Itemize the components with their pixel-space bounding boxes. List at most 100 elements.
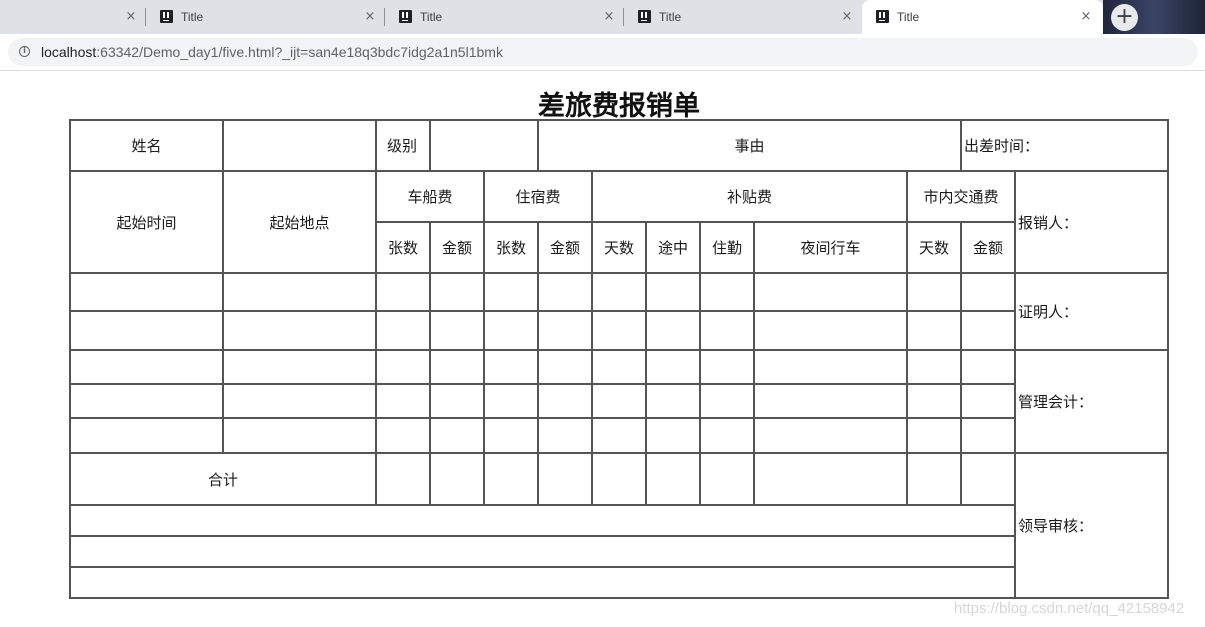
close-icon[interactable]: × (123, 9, 139, 25)
table-cell (377, 419, 431, 454)
table-cell (701, 274, 755, 312)
sub-header: 金额 (539, 223, 593, 274)
total-cell (647, 454, 701, 506)
table-cell (71, 419, 224, 454)
table-cell (962, 385, 1016, 419)
table-cell (593, 385, 647, 419)
name-value (224, 121, 377, 172)
sub-header: 夜间行车 (755, 223, 908, 274)
table-cell (377, 274, 431, 312)
start-time-header: 起始时间 (71, 172, 224, 274)
new-tab-button[interactable]: + (1111, 4, 1138, 31)
table-cell (962, 312, 1016, 351)
table-cell (224, 274, 377, 312)
allowance-fee-header: 补贴费 (593, 172, 908, 223)
tab-title: Title (659, 10, 682, 24)
table-cell (485, 419, 539, 454)
table-cell (647, 385, 701, 419)
level-value (431, 121, 539, 172)
browser-tab[interactable]: × (0, 0, 146, 34)
table-cell (908, 385, 962, 419)
table-cell (962, 351, 1016, 385)
total-cell (377, 454, 431, 506)
close-icon[interactable]: × (839, 9, 855, 25)
local-transport-header: 市内交通费 (908, 172, 1016, 223)
close-icon[interactable]: × (601, 9, 617, 25)
table-cell (224, 385, 377, 419)
table-cell (755, 351, 908, 385)
intellij-icon (399, 10, 412, 23)
table-cell (377, 385, 431, 419)
total-cell (539, 454, 593, 506)
total-cell (485, 454, 539, 506)
sub-header: 金额 (431, 223, 485, 274)
table-cell (647, 274, 701, 312)
table-cell (908, 312, 962, 351)
table-cell (431, 385, 485, 419)
omnibox[interactable]: i localhost:63342/Demo_day1/five.html?_i… (8, 38, 1198, 66)
level-label: 级别 (377, 121, 431, 172)
total-label: 合计 (71, 454, 377, 506)
table-cell (755, 385, 908, 419)
note-row (71, 568, 1016, 599)
table-cell (485, 385, 539, 419)
table-cell (647, 351, 701, 385)
table-cell (593, 351, 647, 385)
tab-title: Title (420, 10, 443, 24)
browser-tab[interactable]: Title × (624, 0, 862, 34)
table-cell (71, 312, 224, 351)
tab-title: Title (181, 10, 204, 24)
info-icon[interactable]: i (19, 46, 30, 57)
table-cell (539, 274, 593, 312)
reimburser-label: 报销人： (1016, 172, 1169, 274)
sub-header: 途中 (647, 223, 701, 274)
intellij-icon (160, 10, 173, 23)
table-cell (71, 385, 224, 419)
sub-header: 张数 (377, 223, 431, 274)
table-cell (593, 419, 647, 454)
browser-tab[interactable]: Title × (146, 0, 385, 34)
trip-time-label: 出差时间： (962, 121, 1169, 172)
sub-header: 金额 (962, 223, 1016, 274)
total-cell (755, 454, 908, 506)
table-cell (224, 312, 377, 351)
accountant-label: 管理会计： (1016, 351, 1169, 454)
total-cell (431, 454, 485, 506)
table-cell (539, 351, 593, 385)
intellij-icon (876, 10, 889, 23)
page-title: 差旅费报销单 (538, 91, 700, 122)
table-cell (485, 274, 539, 312)
table-cell (71, 274, 224, 312)
table-cell (539, 385, 593, 419)
table-cell (755, 274, 908, 312)
close-icon[interactable]: × (1078, 9, 1094, 25)
note-row (71, 506, 1016, 537)
table-cell (908, 351, 962, 385)
table-cell (647, 312, 701, 351)
total-cell (908, 454, 962, 506)
table-cell (431, 274, 485, 312)
start-place-header: 起始地点 (224, 172, 377, 274)
tab-title: Title (897, 10, 920, 24)
sub-header: 天数 (593, 223, 647, 274)
tab-strip: × Title × Title × Title × Title × + (0, 0, 1205, 34)
table-cell (701, 351, 755, 385)
close-icon[interactable]: × (362, 9, 378, 25)
table-cell (377, 351, 431, 385)
note-row (71, 537, 1016, 568)
url-text[interactable]: localhost:63342/Demo_day1/five.html?_ijt… (41, 44, 503, 60)
table-cell (485, 312, 539, 351)
browser-tab[interactable]: Title × (385, 0, 624, 34)
table-cell (755, 419, 908, 454)
table-cell (539, 419, 593, 454)
total-cell (593, 454, 647, 506)
browser-tab-active[interactable]: Title × (862, 0, 1103, 34)
table-cell (701, 419, 755, 454)
lodging-fee-header: 住宿费 (485, 172, 593, 223)
approver-label: 领导审核： (1016, 454, 1169, 599)
sub-header: 住勤 (701, 223, 755, 274)
url-host: localhost (41, 44, 97, 60)
name-label: 姓名 (71, 121, 224, 172)
table-cell (71, 351, 224, 385)
url-path: :63342/Demo_day1/five.html?_ijt=san4e18q… (96, 44, 503, 60)
